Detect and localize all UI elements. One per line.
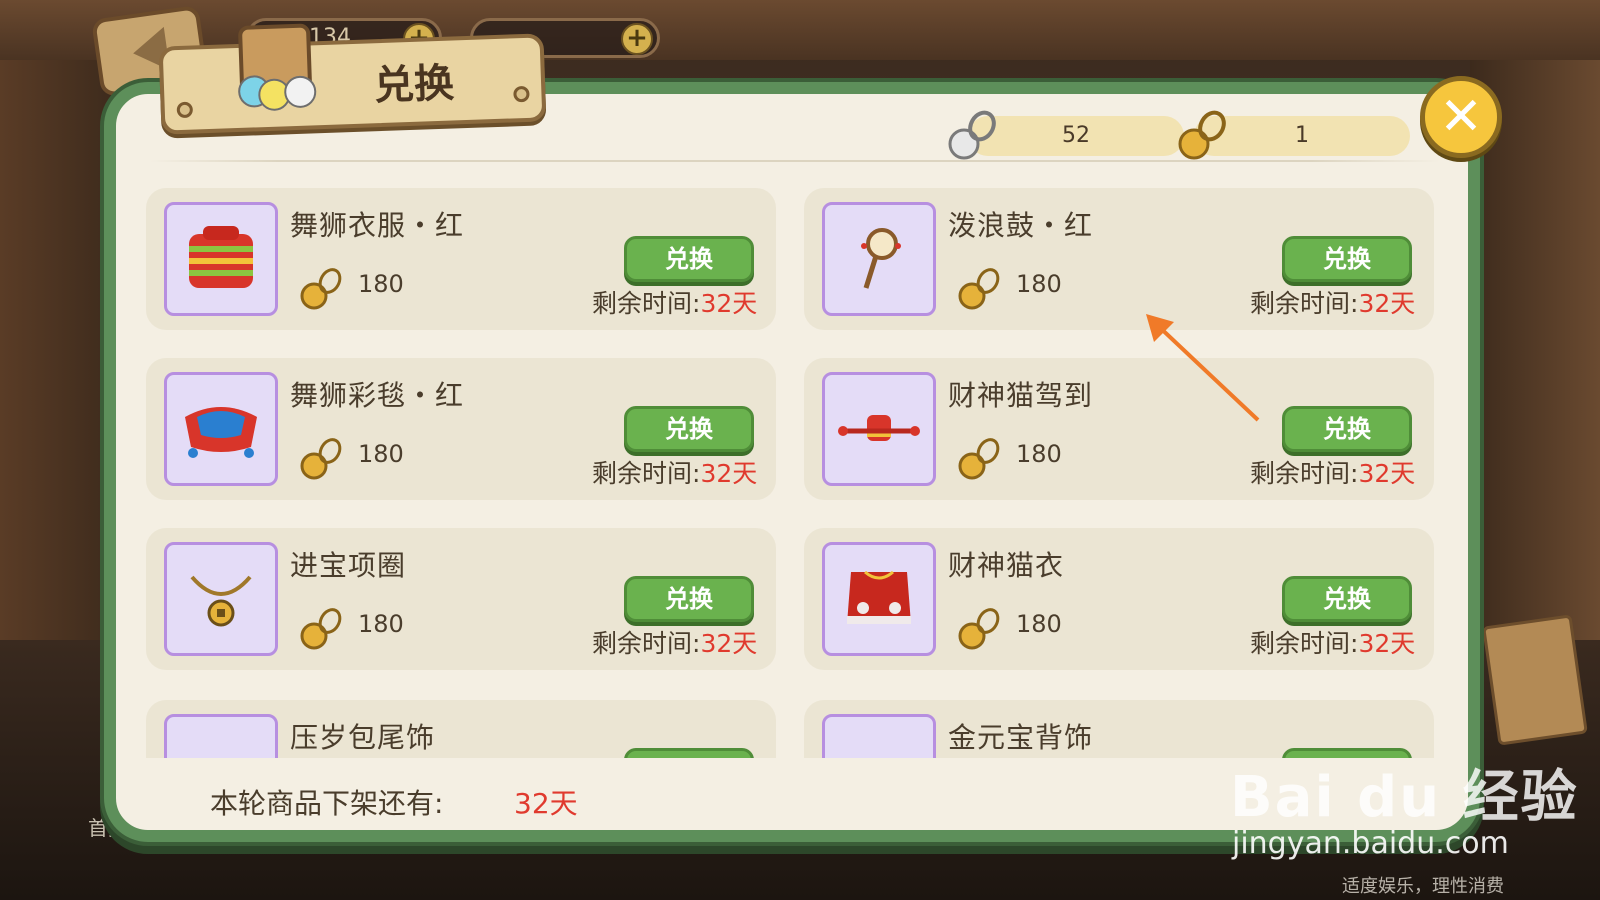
watermark-slogan: 适度娱乐，理性消费: [1342, 876, 1504, 897]
remaining-time: 剩余时间:32天: [592, 284, 757, 320]
item-name: 泼浪鼓・红: [948, 209, 1094, 242]
exchange-shop-icon: [237, 23, 317, 112]
god-of-wealth-robe-icon: [847, 570, 911, 624]
lion-dance-blanket-icon: [185, 407, 257, 458]
item-thumbnail[interactable]: [822, 202, 936, 316]
round-end-label: 本轮商品下架还有:: [210, 787, 444, 820]
exchange-button[interactable]: 兑换: [624, 406, 754, 452]
item-thumbnail[interactable]: [822, 542, 936, 656]
gold-coin-icon: [958, 608, 1000, 650]
silver-coin-icon: [948, 110, 996, 160]
annotation-arrow-icon: [1146, 314, 1260, 422]
remaining-time-value: 32天: [700, 629, 758, 658]
remaining-time-value: 32天: [700, 459, 758, 488]
exchange-button[interactable]: 兑换: [624, 236, 754, 282]
item-name: 财神猫衣: [948, 549, 1065, 582]
shop-item-card: 泼浪鼓・红 180 兑换 剩余时间:32天: [804, 188, 1434, 330]
remaining-time-value: 32天: [700, 289, 758, 318]
gold-coin-icon: [1178, 110, 1226, 160]
scroll-clip-area: 压岁包尾饰 兑换 金元宝背饰 兑换: [146, 690, 1446, 758]
top-add-currency-button-2[interactable]: +: [621, 23, 653, 55]
item-name: 财神猫驾到: [948, 379, 1094, 412]
item-thumbnail[interactable]: [822, 372, 936, 486]
remaining-time-value: 32天: [1358, 459, 1416, 488]
remaining-time: 剩余时间:32天: [592, 624, 757, 660]
remaining-time-label: 剩余时间:: [1250, 629, 1359, 658]
item-price: 180: [1016, 440, 1062, 468]
item-thumbnail[interactable]: [164, 714, 278, 758]
remaining-time-value: 32天: [1358, 629, 1416, 658]
round-end-value: 32天: [514, 787, 578, 820]
shop-item-card: 进宝项圈 180 兑换 剩余时间:32天: [146, 528, 776, 670]
remaining-time-label: 剩余时间:: [1250, 459, 1359, 488]
remaining-time: 剩余时间:32天: [1250, 624, 1415, 660]
item-price: 180: [1016, 610, 1062, 638]
item-name: 金元宝背饰: [948, 721, 1094, 754]
gold-coin-icon: [300, 608, 342, 650]
lion-dance-costume-icon: [189, 226, 253, 288]
shop-item-card: 财神猫衣 180 兑换 剩余时间:32天: [804, 528, 1434, 670]
remaining-time: 剩余时间:32天: [592, 454, 757, 490]
gold-coin-icon: [958, 438, 1000, 480]
remaining-time-label: 剩余时间:: [592, 629, 701, 658]
watermark-url: jingyan.baidu.com: [1232, 826, 1509, 861]
background-wall-left: [0, 60, 120, 640]
silver-coin-counter: 52: [968, 116, 1184, 156]
remaining-time-value: 32天: [1358, 289, 1416, 318]
item-thumbnail[interactable]: [164, 202, 278, 316]
panel-divider: [150, 160, 1440, 162]
coin-necklace-icon: [190, 575, 252, 627]
shop-item-card: 压岁包尾饰 兑换: [146, 700, 776, 758]
exchange-button[interactable]: 兑换: [1282, 236, 1412, 282]
item-thumbnail[interactable]: [822, 714, 936, 758]
close-button[interactable]: ✕: [1420, 76, 1502, 158]
exchange-button[interactable]: 兑换: [1282, 576, 1412, 622]
close-icon: ✕: [1439, 87, 1483, 147]
item-name: 进宝项圈: [290, 549, 407, 582]
shop-item-card: 金元宝背饰 兑换: [804, 700, 1434, 758]
background-wall-right: [1470, 60, 1600, 640]
gold-coin-icon: [958, 268, 1000, 310]
exchange-button[interactable]: 兑换: [624, 748, 754, 758]
god-of-wealth-hat-icon: [838, 415, 920, 441]
silver-coin-count: 52: [1062, 123, 1090, 148]
item-name: 舞狮衣服・红: [290, 209, 465, 242]
remaining-time: 剩余时间:32天: [1250, 454, 1415, 490]
item-price: 180: [1016, 270, 1062, 298]
exchange-button[interactable]: 兑换: [624, 576, 754, 622]
gold-coin-icon: [300, 438, 342, 480]
item-name: 舞狮彩毯・红: [290, 379, 465, 412]
title-board: 兑换: [158, 23, 547, 135]
item-thumbnail[interactable]: [164, 372, 278, 486]
watermark-logo: Bai du 经验: [1230, 765, 1579, 830]
nail-icon: [176, 101, 194, 119]
nail-icon: [513, 85, 530, 103]
shop-item-card: 舞狮衣服・红 180 兑换 剩余时间:32天: [146, 188, 776, 330]
background-box: [1482, 614, 1588, 746]
page-title: 兑换: [373, 60, 455, 110]
rattle-drum-icon: [861, 228, 901, 289]
shop-item-card: 财神猫驾到 180 兑换 剩余时间:32天: [804, 358, 1434, 500]
gold-coin-count: 1: [1295, 123, 1309, 148]
white-ball-icon: [283, 75, 317, 109]
remaining-time: 剩余时间:32天: [1250, 284, 1415, 320]
exchange-button[interactable]: 兑换: [1282, 406, 1412, 452]
item-name: 压岁包尾饰: [290, 721, 436, 754]
remaining-time-label: 剩余时间:: [592, 289, 701, 318]
item-price: 180: [358, 610, 404, 638]
remaining-time-label: 剩余时间:: [592, 459, 701, 488]
gold-coin-icon: [300, 268, 342, 310]
item-thumbnail[interactable]: [164, 542, 278, 656]
item-price: 180: [358, 440, 404, 468]
item-price: 180: [358, 270, 404, 298]
shop-item-card: 舞狮彩毯・红 180 兑换 剩余时间:32天: [146, 358, 776, 500]
